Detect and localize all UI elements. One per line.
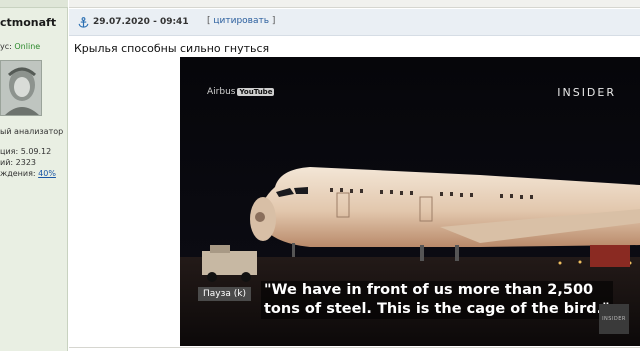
subtitle-line-2: tons of steel. This is the cage of the b…: [261, 300, 613, 319]
video-subtitle: "We have in front of us more than 2,500 …: [261, 281, 613, 319]
registration-date: ция: 5.09.12: [0, 147, 52, 156]
channel-logo[interactable]: INSIDER: [599, 304, 629, 334]
reputation: ждения: 40%: [0, 169, 56, 178]
post-bottom-divider: [69, 347, 640, 348]
post-header: 29.07.2020 - 09:41 [ цитировать ]: [69, 9, 640, 36]
username[interactable]: ctmonaft: [0, 16, 56, 29]
post-text: Крылья способны сильно гнуться: [74, 42, 270, 55]
quote-bracket-close: ]: [269, 16, 276, 26]
user-rank: ый анализатор: [0, 127, 64, 136]
user-column-top-strip: [0, 0, 68, 8]
anchor-icon[interactable]: [78, 17, 89, 28]
video-source: Airbus YouTube: [207, 87, 275, 97]
reputation-link[interactable]: 40%: [38, 169, 56, 178]
reputation-label: ждения:: [0, 169, 39, 178]
user-info-column: ctmonaft ус: Online ый анализатор ция: 5…: [0, 0, 68, 351]
source-name: Airbus: [207, 87, 236, 97]
user-status: ус: Online: [0, 42, 40, 51]
youtube-badge: YouTube: [237, 88, 275, 96]
quote-button[interactable]: [ цитировать ]: [207, 16, 275, 26]
channel-brand: INSIDER: [557, 86, 616, 99]
pause-tooltip: Пауза (k): [198, 287, 252, 301]
post-count: ий: 2323: [0, 158, 36, 167]
top-strip: [69, 0, 640, 8]
avatar: [0, 60, 42, 116]
status-label: ус:: [0, 42, 15, 51]
online-status: Online: [14, 42, 41, 51]
post-date: 29.07.2020 - 09:41: [93, 17, 189, 27]
forum-post: ctmonaft ус: Online ый анализатор ция: 5…: [0, 0, 640, 351]
video-player[interactable]: Airbus YouTube INSIDER Пауза (k) "We have…: [180, 57, 640, 346]
quote-label[interactable]: цитировать: [213, 16, 269, 26]
subtitle-line-1: "We have in front of us more than 2,500: [261, 281, 613, 300]
